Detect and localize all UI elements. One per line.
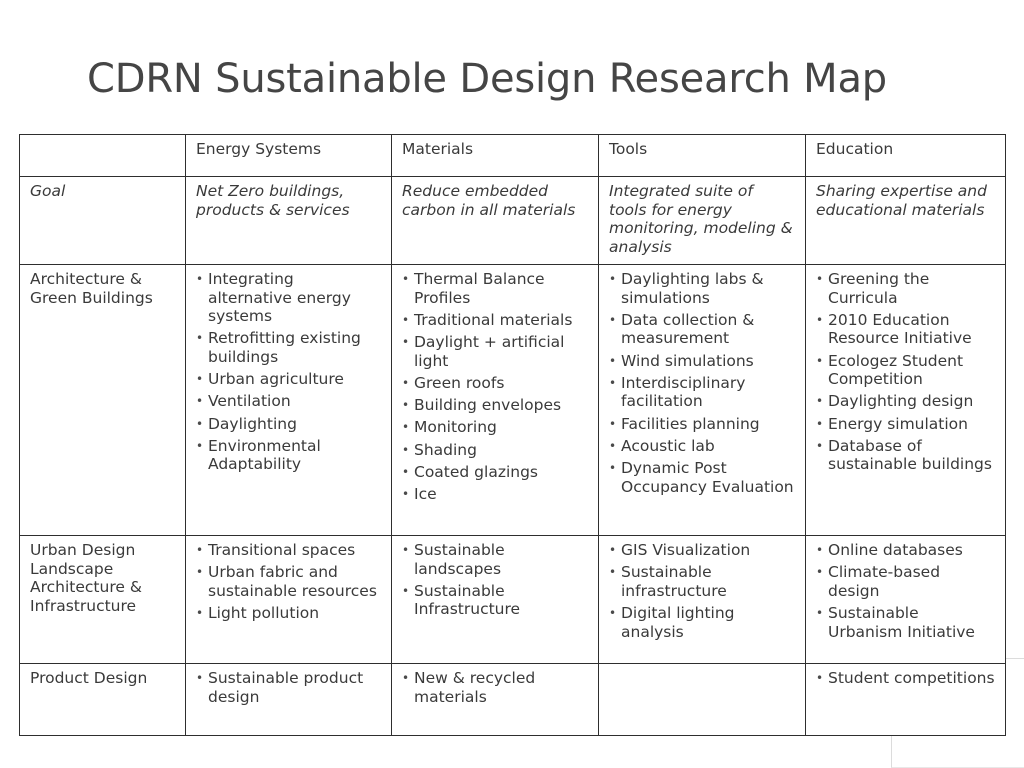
cell-product-tools — [598, 663, 806, 736]
goal-education: Sharing expertise and educational materi… — [805, 176, 1006, 265]
bullet-list: GIS Visualization Sustainable infrastruct… — [609, 541, 795, 641]
list-item: Sustainable Infrastructure — [402, 582, 588, 619]
cell-urban-energy: Transitional spaces Urban fabric and sust… — [185, 535, 392, 664]
goal-label: Goal — [19, 176, 186, 265]
cell-product-energy: Sustainable product design — [185, 663, 392, 736]
table-row-urban-design: Urban Design Landscape Architecture & In… — [19, 535, 1006, 664]
list-item: Greening the Curricula — [816, 270, 995, 307]
row-label-urban-design: Urban Design Landscape Architecture & In… — [19, 535, 186, 664]
slide-title: CDRN Sustainable Design Research Map — [87, 56, 887, 102]
bullet-list: Student competitions — [816, 669, 995, 688]
list-item: Environmental Adaptability — [196, 437, 381, 474]
bullet-list: Daylighting labs & simulations Data colle… — [609, 270, 795, 496]
list-item: Online databases — [816, 541, 995, 560]
list-item: Urban fabric and sustainable resources — [196, 563, 381, 600]
list-item: 2010 Education Resource Initiative — [816, 311, 995, 348]
list-item: Daylight + artificial light — [402, 333, 588, 370]
header-materials: Materials — [391, 134, 599, 177]
cell-architecture-tools: Daylighting labs & simulations Data colle… — [598, 264, 806, 536]
list-item: Climate-based design — [816, 563, 995, 600]
list-item: Daylighting design — [816, 392, 995, 411]
list-item: Daylighting — [196, 415, 381, 434]
cell-architecture-education: Greening the Curricula 2010 Education Res… — [805, 264, 1006, 536]
row-label-architecture: Architecture & Green Buildings — [19, 264, 186, 536]
list-item: Integrating alternative energy systems — [196, 270, 381, 326]
list-item: Wind simulations — [609, 352, 795, 371]
cell-product-education: Student competitions — [805, 663, 1006, 736]
list-item: Dynamic Post Occupancy Evaluation — [609, 459, 795, 496]
row-label-product-design: Product Design — [19, 663, 186, 736]
list-item: Transitional spaces — [196, 541, 381, 560]
bullet-list: Transitional spaces Urban fabric and sust… — [196, 541, 381, 623]
list-item: Traditional materials — [402, 311, 588, 330]
bullet-list: Sustainable product design — [196, 669, 381, 706]
bullet-list: Sustainable landscapes Sustainable Infras… — [402, 541, 588, 619]
list-item: Digital lighting analysis — [609, 604, 795, 641]
list-item: Coated glazings — [402, 463, 588, 482]
list-item: Light pollution — [196, 604, 381, 623]
goal-energy-systems: Net Zero buildings, products & services — [185, 176, 392, 265]
list-item: Data collection & measurement — [609, 311, 795, 348]
bullet-list: Thermal Balance Profiles Traditional mate… — [402, 270, 588, 504]
table-row-architecture: Architecture & Green Buildings Integrati… — [19, 264, 1006, 536]
bullet-list: Integrating alternative energy systemsRe… — [196, 270, 381, 474]
cell-urban-tools: GIS Visualization Sustainable infrastruct… — [598, 535, 806, 664]
bullet-list: Greening the Curricula 2010 Education Res… — [816, 270, 995, 474]
list-item: Shading — [402, 441, 588, 460]
list-item: Ventilation — [196, 392, 381, 411]
goal-tools: Integrated suite of tools for energy mon… — [598, 176, 806, 265]
list-item: Sustainable product design — [196, 669, 381, 706]
bullet-list: Online databases Climate-based design Sust… — [816, 541, 995, 641]
header-education: Education — [805, 134, 1006, 177]
list-item: Sustainable infrastructure — [609, 563, 795, 600]
list-item: Daylighting labs & simulations — [609, 270, 795, 307]
list-item: Ecologez Student Competition — [816, 352, 995, 389]
list-item: Building envelopes — [402, 396, 588, 415]
table-row-product-design: Product Design Sustainable product desig… — [19, 663, 1006, 736]
goal-materials: Reduce embedded carbon in all materials — [391, 176, 599, 265]
cell-architecture-materials: Thermal Balance Profiles Traditional mate… — [391, 264, 599, 536]
header-tools: Tools — [598, 134, 806, 177]
research-map-table: Energy Systems Materials Tools Education… — [19, 134, 1006, 736]
list-item: Acoustic lab — [609, 437, 795, 456]
header-cell-empty — [19, 134, 186, 177]
list-item: Facilities planning — [609, 415, 795, 434]
header-energy-systems: Energy Systems — [185, 134, 392, 177]
cell-urban-education: Online databases Climate-based design Sust… — [805, 535, 1006, 664]
cell-urban-materials: Sustainable landscapes Sustainable Infras… — [391, 535, 599, 664]
list-item: Green roofs — [402, 374, 588, 393]
list-item: Sustainable Urbanism Initiative — [816, 604, 995, 641]
list-item: Database of sustainable buildings — [816, 437, 995, 474]
list-item: Interdisciplinary facilitation — [609, 374, 795, 411]
list-item: Ice — [402, 485, 588, 504]
list-item: Thermal Balance Profiles — [402, 270, 588, 307]
list-item: Urban agriculture — [196, 370, 381, 389]
cell-architecture-energy: Integrating alternative energy systemsRe… — [185, 264, 392, 536]
table-header-row: Energy Systems Materials Tools Education — [19, 134, 1006, 177]
list-item: Sustainable landscapes — [402, 541, 588, 578]
list-item: GIS Visualization — [609, 541, 795, 560]
bullet-list: New & recycled materials — [402, 669, 588, 706]
cell-product-materials: New & recycled materials — [391, 663, 599, 736]
list-item: Monitoring — [402, 418, 588, 437]
list-item: Student competitions — [816, 669, 995, 688]
goal-row: Goal Net Zero buildings, products & serv… — [19, 176, 1006, 265]
list-item: Energy simulation — [816, 415, 995, 434]
list-item: Retrofitting existing buildings — [196, 329, 381, 366]
list-item: New & recycled materials — [402, 669, 588, 706]
